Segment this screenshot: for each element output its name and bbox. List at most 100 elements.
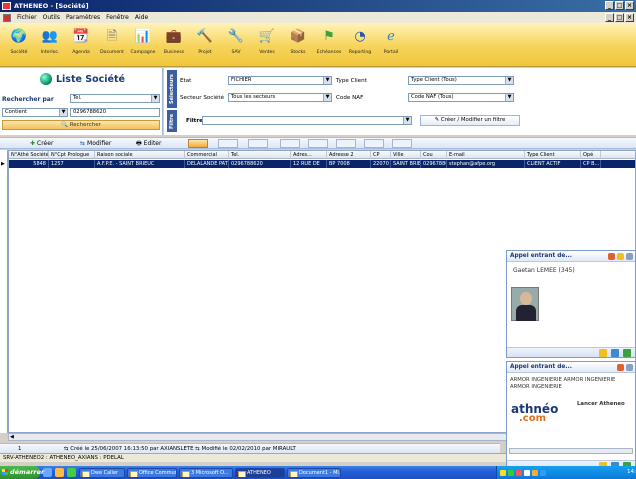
- search-operator-select[interactable]: Contient ▼: [2, 108, 68, 117]
- table-cell: stephan@afpe.org: [447, 160, 525, 168]
- menu-aide[interactable]: Aide: [135, 14, 148, 21]
- toolbar-agenda-button[interactable]: 📆 Agenda: [68, 26, 94, 55]
- taskbar-task[interactable]: 3 Microsoft O...: [179, 467, 233, 478]
- toolbar-sav-button[interactable]: 🔧 SAV: [223, 26, 249, 55]
- toolbar-label: Business: [163, 50, 185, 55]
- filtre-select[interactable]: ▼: [202, 116, 412, 125]
- view-search-button[interactable]: [308, 139, 328, 148]
- menu-fichier[interactable]: Fichier: [17, 14, 37, 21]
- phone-icon[interactable]: [608, 253, 615, 260]
- record-info-bar: 1 ⇆ Créé le 25/06/2007 16:13:50 par AXIA…: [0, 443, 500, 453]
- menu-fenetre[interactable]: Fenêtre: [106, 14, 129, 21]
- column-header[interactable]: Raison sociale: [95, 151, 185, 159]
- view-settings-button[interactable]: [336, 139, 356, 148]
- column-header[interactable]: E-mail: [447, 151, 525, 159]
- start-button[interactable]: démarrer: [0, 466, 44, 479]
- action-icon[interactable]: [599, 349, 607, 357]
- menu-parametres[interactable]: Paramètres: [66, 14, 100, 21]
- table-row[interactable]: 5848 1257 A.F.P.E. - SAINT BRIEUC DELALANDE…: [9, 160, 635, 168]
- close-button[interactable]: ×: [625, 1, 634, 10]
- view-list-button[interactable]: [188, 139, 208, 148]
- column-header[interactable]: Ville: [391, 151, 421, 159]
- secteur-select[interactable]: Tous les secteurs ▼: [228, 93, 332, 102]
- warning-icon[interactable]: [617, 253, 624, 260]
- launch-atheneo-link[interactable]: Lancer Atheneo: [577, 401, 625, 407]
- horizontal-scrollbar[interactable]: ◀: [8, 433, 508, 441]
- tray-icon[interactable]: [532, 469, 538, 476]
- menu-outils[interactable]: Outils: [43, 14, 60, 21]
- maximize-button[interactable]: □: [615, 1, 624, 10]
- open-icon[interactable]: [623, 349, 631, 357]
- view-refresh-button[interactable]: [392, 139, 412, 148]
- close-icon[interactable]: [626, 253, 633, 260]
- taskbar-task[interactable]: Dwe Caller: [79, 467, 125, 478]
- toolbar-portail-button[interactable]: ℯ Portail: [378, 26, 404, 55]
- column-header[interactable]: Type Client: [525, 151, 581, 159]
- tray-icon[interactable]: [508, 469, 514, 476]
- tray-icon[interactable]: [524, 469, 530, 476]
- tab-filtre[interactable]: Filtre: [167, 110, 177, 132]
- view-detail-button[interactable]: [248, 139, 268, 148]
- note-icon[interactable]: [611, 349, 619, 357]
- etat-select[interactable]: FICHIER ▼: [228, 76, 332, 85]
- phone-icon[interactable]: [617, 364, 624, 371]
- taskbar-task[interactable]: ATHENEO: [235, 467, 285, 478]
- window-title: ATHENEO - [Société]: [14, 2, 89, 10]
- code-naf-select[interactable]: Code NAF (Tous) ▼: [408, 93, 514, 102]
- quicklaunch-icon[interactable]: [67, 468, 76, 477]
- column-header[interactable]: CP: [371, 151, 391, 159]
- column-header[interactable]: Adresse 2: [327, 151, 371, 159]
- column-header[interactable]: Tel.: [229, 151, 291, 159]
- filter-edit-button[interactable]: ✎ Créer / Modifier un filtre: [420, 115, 520, 126]
- tray-icon[interactable]: [540, 469, 546, 476]
- scroll-left-icon[interactable]: ◀: [10, 434, 14, 440]
- column-header[interactable]: Cou: [421, 151, 447, 159]
- toolbar-campagne-button[interactable]: 📊 Campagne: [130, 26, 156, 55]
- child-minimize-button[interactable]: _: [605, 13, 614, 22]
- taskbar-task[interactable]: Document1 - Mi...: [287, 467, 341, 478]
- toolbar-ventes-button[interactable]: 🛒 Ventes: [254, 26, 280, 55]
- search-mode-select[interactable]: Tel. ▼: [70, 94, 160, 103]
- type-client-select[interactable]: Type Client (Tous) ▼: [408, 76, 514, 85]
- view-close-button[interactable]: [364, 139, 384, 148]
- toolbar-reporting-button[interactable]: ◔ Reporting: [347, 26, 373, 55]
- search-button[interactable]: 🔍 Rechercher: [2, 120, 160, 130]
- child-restore-button[interactable]: □: [615, 13, 624, 22]
- mdi-document-icon[interactable]: [3, 13, 11, 22]
- column-header[interactable]: Commercial: [185, 151, 229, 159]
- quicklaunch-icon[interactable]: [55, 468, 64, 477]
- toolbar-interloc-button[interactable]: 👥 Interloc.: [37, 26, 63, 55]
- view-export-button[interactable]: [280, 139, 300, 148]
- toolbar-soci-t-button[interactable]: 🌍 Société: [6, 26, 32, 55]
- toolbar-ech-ances-button[interactable]: ⚑ Echéances: [316, 26, 342, 55]
- popup-scrollbar[interactable]: [509, 448, 633, 454]
- toolbar-business-button[interactable]: 💼 Business: [161, 26, 187, 55]
- minimize-button[interactable]: _: [605, 1, 614, 10]
- toolbar-projet-button[interactable]: 🔨 Projet: [192, 26, 218, 55]
- column-header[interactable]: Adres...: [291, 151, 327, 159]
- child-close-button[interactable]: ×: [625, 13, 634, 22]
- tab-selecteurs[interactable]: Sélecteurs: [167, 70, 177, 108]
- reporting-icon: ◔: [354, 29, 366, 44]
- column-header[interactable]: N°Cpt Prologue: [49, 151, 95, 159]
- taskbar-task[interactable]: Office Commun...: [127, 467, 177, 478]
- tray-icon[interactable]: [516, 469, 522, 476]
- modify-button[interactable]: ⇆ Modifier: [80, 139, 111, 148]
- secteur-label: Secteur Société: [180, 95, 225, 101]
- column-header[interactable]: Opé: [581, 151, 601, 159]
- create-button[interactable]: ✚ Créer: [30, 139, 53, 148]
- tray-icon[interactable]: [500, 469, 506, 476]
- panel-filler: [524, 68, 636, 135]
- table-cell: 0296788620: [229, 160, 291, 168]
- toolbar-stocks-button[interactable]: 📦 Stocks: [285, 26, 311, 55]
- modify-icon: ⇆: [80, 140, 86, 147]
- quicklaunch-icon[interactable]: [43, 468, 52, 477]
- search-input[interactable]: 0296788620: [70, 108, 160, 117]
- close-icon[interactable]: [626, 364, 633, 371]
- view-card-button[interactable]: [218, 139, 238, 148]
- chevron-down-icon: ▼: [323, 77, 331, 84]
- chevron-down-icon: ▼: [505, 77, 513, 84]
- column-header[interactable]: N°Athé Société: [9, 151, 49, 159]
- edit-button[interactable]: 🖶 Editer: [136, 139, 161, 148]
- toolbar-document-button[interactable]: 🗎 Document: [99, 26, 125, 55]
